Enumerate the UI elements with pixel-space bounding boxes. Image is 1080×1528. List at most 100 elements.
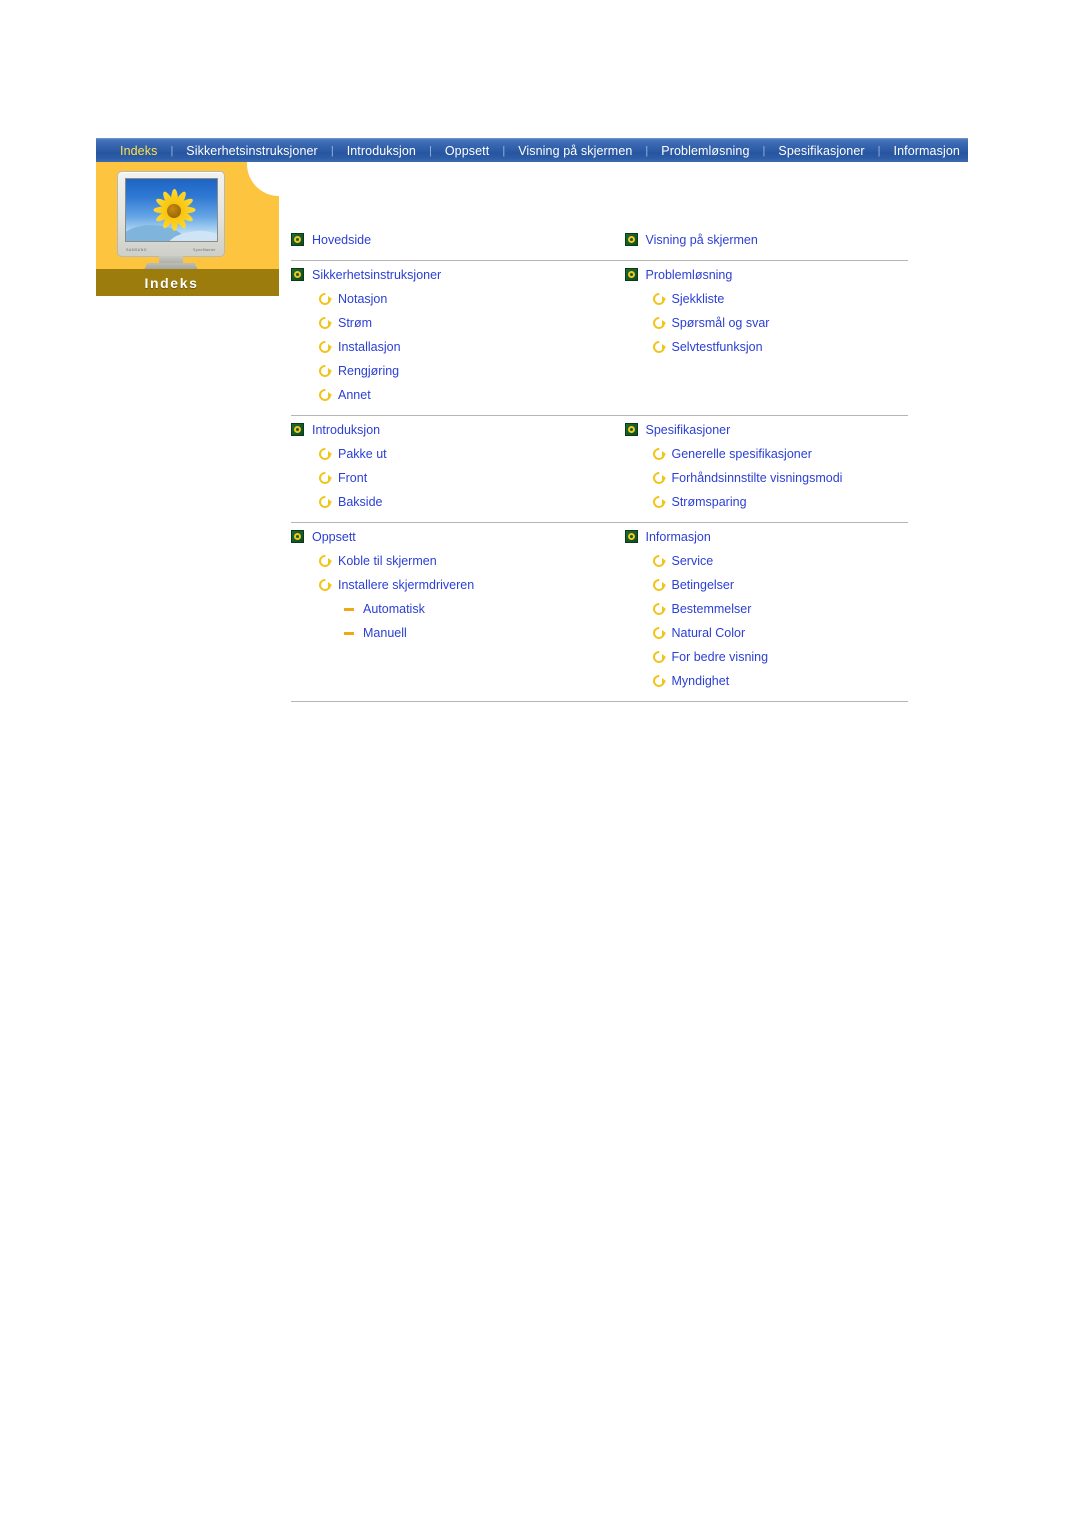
index-link-problemlosning[interactable]: Problemløsning [646,263,733,287]
circular-arrow-icon [653,579,666,591]
index-link-row[interactable]: For bedre visning [625,645,909,669]
nav-item-oppsett[interactable]: Oppsett [433,139,501,162]
banner-caption-band: Indeks [96,269,247,296]
index-link-row[interactable]: Sjekkliste [625,287,909,311]
index-link-row[interactable]: Koble til skjermen [291,549,600,573]
monitor-screen [125,178,218,242]
index-link-hovedside[interactable]: Hovedside [312,228,371,252]
index-link-selvtestfunksjon[interactable]: Selvtestfunksjon [672,335,763,359]
index-link-installasjon[interactable]: Installasjon [338,335,401,359]
index-link-row[interactable]: Installere skjermdriveren [291,573,600,597]
sunflower-graphic [152,187,196,235]
monitor-brand-right: SyncMaster [193,248,216,252]
circular-arrow-icon [653,317,666,329]
circular-arrow-icon [653,448,666,460]
index-column-right: Informasjon Service Betingelser Bestemmelse… [600,523,909,693]
index-link-rengjoring[interactable]: Rengjøring [338,359,399,383]
nav-item-introduksjon[interactable]: Introduksjon [335,139,428,162]
index-link-row[interactable]: Installasjon [291,335,600,359]
index-section-row[interactable]: Hovedside [291,228,600,252]
index-link-annet[interactable]: Annet [338,383,371,407]
circular-arrow-icon [319,472,332,484]
index-link-row[interactable]: Rengjøring [291,359,600,383]
index-link-introduksjon[interactable]: Introduksjon [312,418,380,442]
index-link-bestemmelser[interactable]: Bestemmelser [672,597,752,621]
index-section-row[interactable]: Spesifikasjoner [624,418,909,442]
index-link-front[interactable]: Front [338,466,367,490]
index-link-row[interactable]: Front [291,466,600,490]
index-link-betingelser[interactable]: Betingelser [672,573,735,597]
nav-item-informasjon[interactable]: Informasjon [882,139,968,162]
nav-item-indeks[interactable]: Indeks [108,139,169,162]
banner-caption-text: Indeks [144,274,199,291]
circular-arrow-icon [319,579,332,591]
index-link-row[interactable]: Pakke ut [291,442,600,466]
index-link-manuell[interactable]: Manuell [363,621,407,645]
index-link-strom[interactable]: Strøm [338,311,372,335]
index-link-row[interactable]: Bakside [291,490,600,514]
index-link-sjekkliste[interactable]: Sjekkliste [672,287,725,311]
index-link-row[interactable]: Natural Color [625,621,909,645]
gold-ring-icon [627,426,635,433]
index-section-row[interactable]: Introduksjon [291,418,600,442]
index-link-service[interactable]: Service [672,549,714,573]
index-section-row[interactable]: Oppsett [291,525,600,549]
index-link-row[interactable]: Myndighet [625,669,909,693]
index-link-row[interactable]: Annet [291,383,600,407]
index-link-row[interactable]: Automatisk [291,597,600,621]
index-link-row[interactable]: Spørsmål og svar [625,311,909,335]
index-link-row[interactable]: Strømsparing [625,490,909,514]
index-link-informasjon[interactable]: Informasjon [646,525,711,549]
index-section-row[interactable]: Informasjon [624,525,909,549]
index-link-oppsett[interactable]: Oppsett [312,525,356,549]
index-link-stromsparing[interactable]: Strømsparing [672,490,747,514]
circular-arrow-icon [319,317,332,329]
index-link-forhandsinnstilte-visningsmodi[interactable]: Forhåndsinnstilte visningsmodi [672,466,843,490]
gold-ring-icon [627,271,635,278]
index-link-for-bedre-visning[interactable]: For bedre visning [672,645,769,669]
index-link-row[interactable]: Forhåndsinnstilte visningsmodi [625,466,909,490]
index-link-row[interactable]: Manuell [291,621,600,645]
index-link-row[interactable]: Service [625,549,909,573]
circular-arrow-icon [653,603,666,615]
circular-arrow-icon [653,555,666,567]
nav-item-spesifikasjoner[interactable]: Spesifikasjoner [766,139,876,162]
index-link-row[interactable]: Bestemmelser [625,597,909,621]
dash-bullet-icon [344,603,354,615]
index-link-row[interactable]: Selvtestfunksjon [625,335,909,359]
index-link-koble-til-skjermen[interactable]: Koble til skjermen [338,549,437,573]
green-square-bullet-icon [624,233,638,246]
index-link-automatisk[interactable]: Automatisk [363,597,425,621]
nav-item-probleml-sning[interactable]: Problemløsning [649,139,761,162]
circular-arrow-icon [653,651,666,663]
index-link-visning-pa-skjermen[interactable]: Visning på skjermen [646,228,758,252]
index-link-generelle-spesifikasjoner[interactable]: Generelle spesifikasjoner [672,442,812,466]
index-link-row[interactable]: Betingelser [625,573,909,597]
gold-ring-icon [627,533,635,540]
index-link-bakside[interactable]: Bakside [338,490,382,514]
monitor-brand-left: SAMSUNG [126,248,147,252]
index-link-installere-skjermdriveren[interactable]: Installere skjermdriveren [338,573,474,597]
index-section-row[interactable]: Sikkerhetsinstruksjoner [291,263,600,287]
index-link-spesifikasjoner[interactable]: Spesifikasjoner [646,418,731,442]
index-link-notasjon[interactable]: Notasjon [338,287,387,311]
index-link-sporsmal-og-svar[interactable]: Spørsmål og svar [672,311,770,335]
index-link-myndighet[interactable]: Myndighet [672,669,730,693]
index-section-row[interactable]: Visning på skjermen [624,228,909,252]
index-link-row[interactable]: Notasjon [291,287,600,311]
nav-item-sikkerhetsinstruksjoner[interactable]: Sikkerhetsinstruksjoner [174,139,330,162]
index-link-row[interactable]: Generelle spesifikasjoner [625,442,909,466]
monitor-sunflower-icon: SAMSUNG SyncMaster [117,171,225,272]
index-link-pakke-ut[interactable]: Pakke ut [338,442,387,466]
index-link-natural-color[interactable]: Natural Color [672,621,746,645]
index-link-sikkerhetsinstruksjoner[interactable]: Sikkerhetsinstruksjoner [312,263,441,287]
nav-item-visning-p-skjermen[interactable]: Visning på skjermen [506,139,644,162]
index-column-right: Problemløsning Sjekkliste Spørsmål og svar… [600,261,909,407]
circular-arrow-icon [653,293,666,305]
circular-arrow-icon [653,472,666,484]
index-link-row[interactable]: Strøm [291,311,600,335]
green-square-bullet-icon [624,268,638,281]
page-root: Indeks | Sikkerhetsinstruksjoner | Introduks… [0,0,1080,1528]
dash-bullet-icon [344,627,354,639]
index-section-row[interactable]: Problemløsning [624,263,909,287]
